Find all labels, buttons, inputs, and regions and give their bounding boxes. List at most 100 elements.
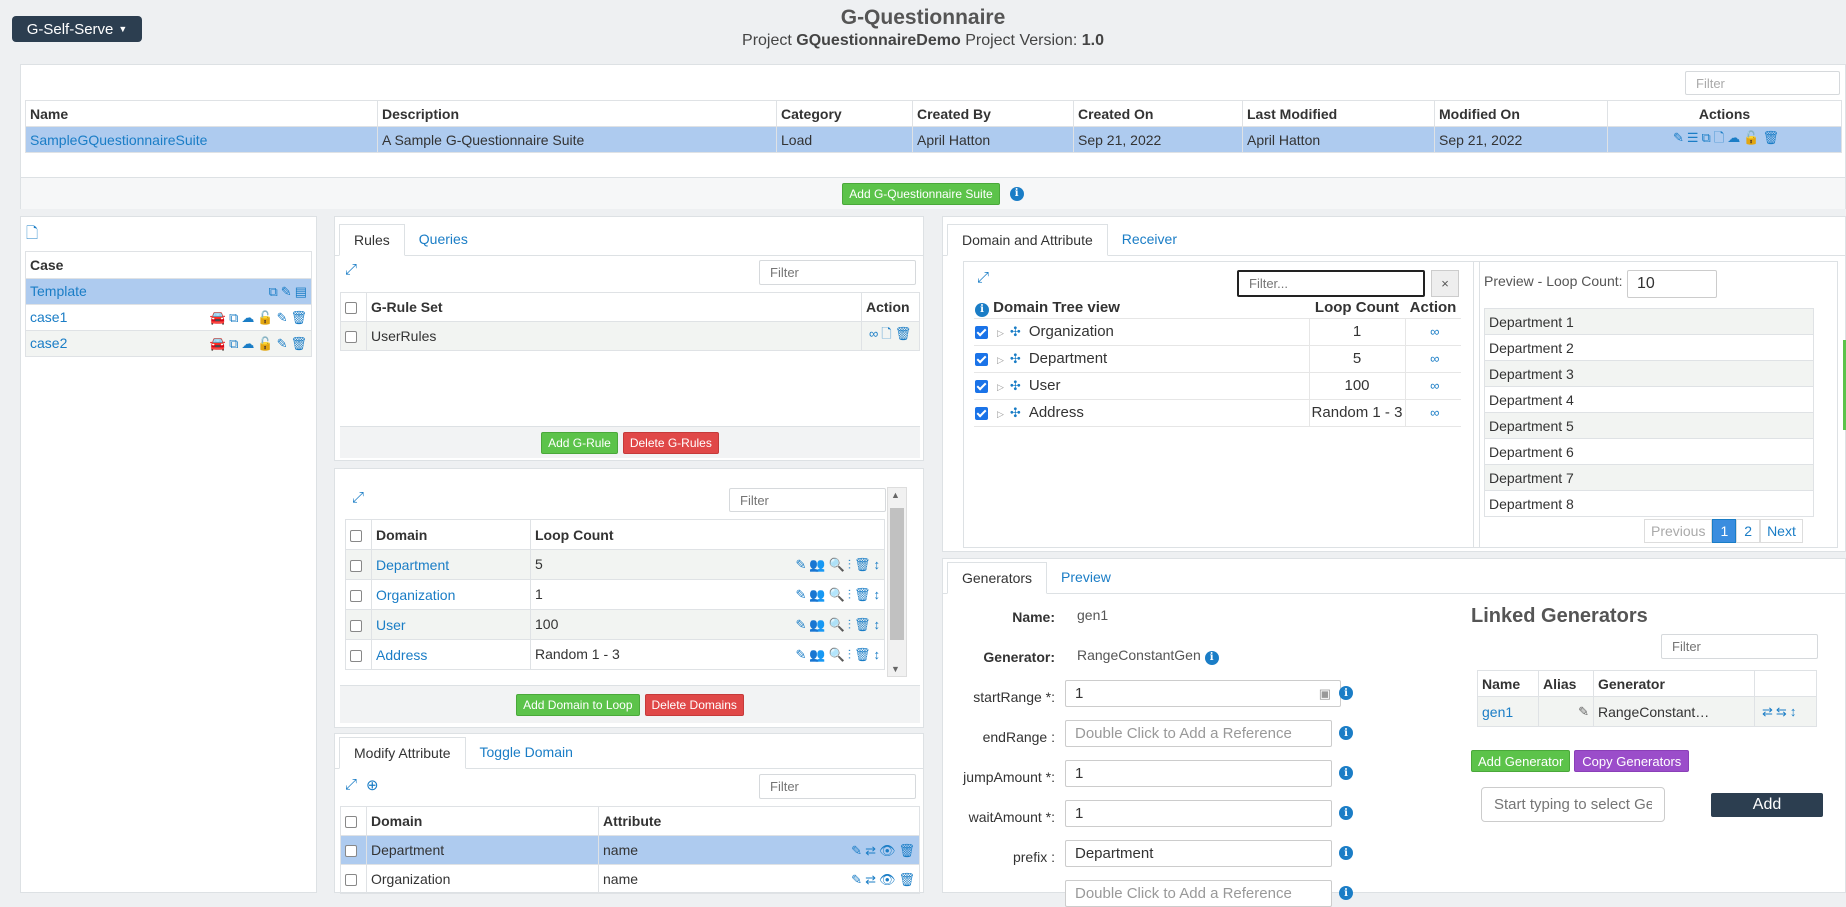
new-file-icon[interactable]: 🗋 [26, 223, 38, 248]
row-checkbox[interactable] [345, 331, 357, 344]
trash-icon[interactable]: 🗑 [854, 617, 871, 633]
eye-icon[interactable]: 👁 [879, 843, 896, 859]
file-icon[interactable]: 🗋 [1714, 129, 1724, 151]
tree-row[interactable]: ▷ ✣ Department 5 ∞ [974, 345, 1461, 372]
rules-filter-input[interactable] [759, 260, 916, 285]
copy-icon[interactable]: ⧉ [229, 310, 238, 326]
link-icon[interactable]: ∞ [1430, 351, 1439, 366]
row-checkbox[interactable] [975, 379, 988, 393]
users-icon[interactable]: 👥 [809, 587, 825, 603]
tab-preview[interactable]: Preview [1047, 561, 1125, 593]
pagination-page-1[interactable]: 1 [1712, 519, 1737, 543]
expand-icon[interactable]: ⤢ [352, 489, 364, 506]
tab-modify-attribute[interactable]: Modify Attribute [339, 737, 466, 769]
copy-generators-button[interactable]: Copy Generators [1574, 750, 1690, 772]
info-icon[interactable]: i [1339, 806, 1353, 820]
info-icon[interactable]: i [1339, 846, 1353, 860]
case-link-case1[interactable]: case1 [30, 309, 67, 325]
suite-name-link[interactable]: SampleGQuestionnaireSuite [30, 132, 207, 148]
eye-icon[interactable]: 👁 [879, 872, 896, 888]
generator-select-input[interactable] [1481, 787, 1665, 822]
pencil-icon[interactable]: ✎ [277, 336, 288, 352]
sliders-icon[interactable]: ⫶ [848, 647, 851, 663]
table-row[interactable]: UserRules ∞ 🗋 🗑 [340, 321, 920, 351]
unlock-icon[interactable]: 🔓 [257, 336, 273, 352]
cloud-upload-icon[interactable]: ☁ [1727, 130, 1740, 146]
case-link-case2[interactable]: case2 [30, 335, 67, 351]
wait-amount-input[interactable]: 1 [1065, 800, 1332, 827]
attribute-filter-input[interactable] [759, 774, 916, 799]
copy-icon[interactable]: ⧉ [1702, 130, 1711, 146]
table-row[interactable]: Organization name ✎ ⇄ 👁 🗑 [340, 864, 920, 894]
info-icon[interactable]: i [1009, 186, 1024, 201]
link-icon[interactable]: ∞ [1430, 405, 1439, 420]
end-range-input[interactable]: Double Click to Add a Reference [1065, 720, 1332, 747]
info-icon[interactable]: i [975, 302, 989, 317]
add-circle-icon[interactable]: ⊕ [366, 776, 379, 794]
users-icon[interactable]: 👥 [809, 647, 825, 663]
car-icon[interactable]: 🚘 [210, 336, 226, 352]
add-generator-button[interactable]: Add Generator [1471, 750, 1571, 772]
move-icon[interactable]: ✣ [1010, 324, 1021, 340]
pencil-icon[interactable]: ✎ [851, 872, 862, 888]
pencil-icon[interactable]: ✎ [795, 617, 806, 633]
table-row[interactable]: Organization 1 ✎ 👥 🔍 ⫶ 🗑 ↕ [345, 579, 885, 610]
pencil-icon[interactable]: ✎ [1578, 704, 1589, 720]
search-icon[interactable]: 🔍 [829, 587, 845, 603]
search-icon[interactable]: 🔍 [829, 617, 845, 633]
case-link-template[interactable]: Template [30, 283, 87, 299]
info-icon[interactable]: i [1339, 766, 1353, 780]
trash-icon[interactable]: 🗑 [898, 872, 915, 888]
sliders-icon[interactable]: ⫶ [848, 557, 851, 573]
row-checkbox[interactable] [350, 619, 362, 632]
prefix-input[interactable]: Department [1065, 840, 1332, 867]
info-icon[interactable]: i [1204, 650, 1219, 665]
info-icon[interactable]: i [1339, 686, 1353, 700]
pagination-next[interactable]: Next [1760, 519, 1803, 543]
pencil-icon[interactable]: ✎ [795, 557, 806, 573]
move-icon[interactable]: ✣ [1010, 378, 1021, 394]
domain-tree-filter-input[interactable] [1237, 270, 1425, 297]
copy-icon[interactable]: ⧉ [229, 336, 238, 352]
users-icon[interactable]: 👥 [809, 617, 825, 633]
sort-icon[interactable]: ↕ [874, 587, 881, 602]
tab-toggle-domain[interactable]: Toggle Domain [466, 736, 587, 768]
trash-icon[interactable]: 🗑 [854, 647, 871, 663]
caret-right-icon[interactable]: ▷ [997, 409, 1004, 419]
tree-row[interactable]: ▷ ✣ User 100 ∞ [974, 372, 1461, 399]
domain-link-user[interactable]: User [376, 617, 406, 633]
copy-icon[interactable]: ⧉ [269, 284, 278, 300]
select-all-checkbox[interactable] [350, 529, 362, 542]
scrollbar[interactable]: ▲ ▼ [887, 487, 907, 677]
users-icon[interactable]: 👥 [809, 557, 825, 573]
link-icon[interactable]: ∞ [1430, 324, 1439, 339]
trash-icon[interactable]: 🗑 [895, 326, 912, 342]
pencil-icon[interactable]: ✎ [1673, 130, 1684, 146]
table-icon[interactable]: ▤ [295, 284, 307, 300]
add-domain-to-loop-button[interactable]: Add Domain to Loop [516, 693, 640, 716]
table-row[interactable]: case2 🚘 ⧉ ☁ 🔓 ✎ 🗑 [25, 330, 312, 357]
tab-rules[interactable]: Rules [339, 224, 405, 256]
select-all-checkbox[interactable] [345, 302, 357, 315]
sort-icon[interactable]: ↕ [874, 647, 881, 662]
table-row[interactable]: Address Random 1 - 3 ✎ 👥 🔍 ⫶ 🗑 ↕ [345, 639, 885, 670]
move-icon[interactable]: ✣ [1010, 405, 1021, 421]
trash-icon[interactable]: 🗑 [1762, 130, 1779, 146]
trash-icon[interactable]: 🗑 [854, 587, 871, 603]
move-icon[interactable]: ✣ [1010, 351, 1021, 367]
row-checkbox[interactable] [975, 352, 988, 366]
pagination-previous[interactable]: Previous [1644, 519, 1713, 543]
table-row[interactable]: Department name ✎ ⇄ 👁 🗑 [340, 835, 920, 865]
table-row[interactable]: Department 5 ✎ 👥 🔍 ⫶ 🗑 ↕ [345, 549, 885, 580]
trash-icon[interactable]: 🗑 [898, 843, 915, 859]
clear-filter-button[interactable]: × [1431, 270, 1459, 297]
table-row[interactable]: SampleGQuestionnaireSuite A Sample G-Que… [25, 126, 1842, 153]
tab-domain-and-attribute[interactable]: Domain and Attribute [947, 224, 1108, 256]
domain-link-address[interactable]: Address [376, 647, 427, 663]
add-suite-button[interactable]: Add G-Questionnaire Suite [842, 182, 1000, 205]
table-row[interactable]: case1 🚘 ⧉ ☁ 🔓 ✎ 🗑 [25, 304, 312, 331]
row-checkbox[interactable] [350, 589, 362, 602]
pencil-icon[interactable]: ✎ [281, 284, 292, 300]
preview-loop-count-input[interactable]: 10 [1627, 270, 1717, 298]
link-icon[interactable]: ∞ [869, 326, 878, 341]
